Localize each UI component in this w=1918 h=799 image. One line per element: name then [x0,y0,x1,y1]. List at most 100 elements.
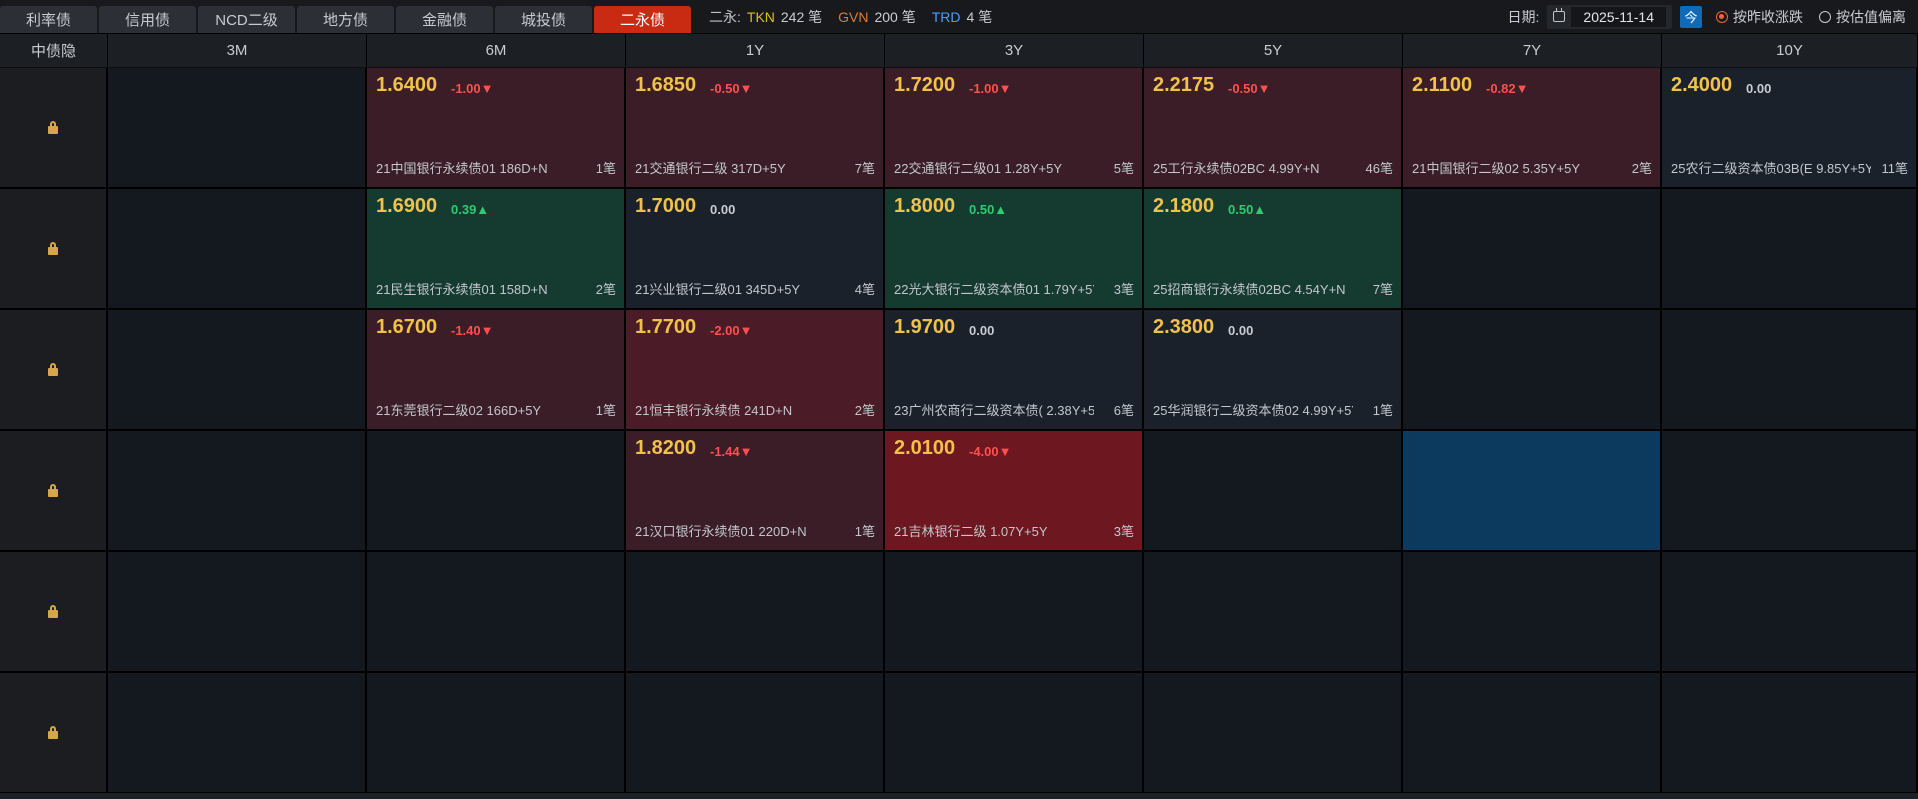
lock-icon[interactable] [48,242,58,255]
tkn-value: 242 笔 [780,8,823,25]
radio-circle-icon[interactable] [1716,10,1728,23]
trade-count: 7笔 [1372,282,1393,297]
column-header-1Y[interactable]: 1Y [626,34,885,67]
row-label-4[interactable] [0,552,108,673]
matrix-cell[interactable] [1144,552,1403,673]
trade-count: 1笔 [595,403,616,418]
matrix-cell[interactable]: 2.3800 0.00 25华润银行二级资本债02 4.99Y+5Y 1笔 [1144,310,1403,431]
date-value[interactable]: 2025-11-14 [1571,6,1666,27]
column-header-10Y[interactable]: 10Y [1662,34,1918,67]
date-picker[interactable]: 2025-11-14 [1547,4,1672,29]
matrix-cell[interactable]: 1.6850 -0.50▼ 21交通银行二级 317D+5Y 7笔 [626,68,885,189]
matrix-cell[interactable] [1403,673,1662,794]
lock-icon[interactable] [48,363,58,376]
trade-count: 7笔 [854,161,875,176]
matrix-cell[interactable] [108,68,367,189]
trade-count: 6笔 [1113,403,1134,418]
matrix-cell[interactable]: 1.6700 -1.40▼ 21东莞银行二级02 166D+5Y 1笔 [367,310,626,431]
matrix-cell[interactable]: 2.4000 0.00 25农行二级资本债03B(E 9.85Y+5Y 11笔 [1662,68,1918,189]
matrix-cell[interactable]: 1.8000 0.50▲ 22光大银行二级资本债01 1.79Y+5Y 3笔 [885,189,1144,310]
matrix-cell[interactable] [1144,673,1403,794]
matrix-cell[interactable] [1662,673,1918,794]
bond-price: 2.1800 [1153,195,1215,217]
matrix-cell[interactable]: 2.0100 -4.00▼ 21吉林银行二级 1.07Y+5Y 3笔 [885,431,1144,552]
corner-header[interactable]: 中债隐 [0,34,108,67]
row-label-5[interactable] [0,673,108,794]
matrix-cell[interactable] [108,673,367,794]
matrix-cell[interactable]: 1.7000 0.00 21兴业银行二级01 345D+5Y 4笔 [626,189,885,310]
matrix-cell[interactable] [1662,310,1918,431]
matrix-cell[interactable]: 2.2175 -0.50▼ 25工行永续债02BC 4.99Y+N 46笔 [1144,68,1403,189]
bond-price: 1.8000 [894,195,956,217]
tab-6[interactable]: 二永债 [594,6,691,33]
matrix-cell[interactable]: 1.7200 -1.00▼ 22交通银行二级01 1.28Y+5Y 5笔 [885,68,1144,189]
row-label-2[interactable] [0,310,108,431]
today-button[interactable]: 今 [1680,5,1702,28]
matrix-cell[interactable]: 1.7700 -2.00▼ 21恒丰银行永续债 241D+N 2笔 [626,310,885,431]
lock-icon[interactable] [48,605,58,618]
bottom-scrollbar[interactable] [0,793,1918,799]
matrix-cell[interactable]: 1.8200 -1.44▼ 21汉口银行永续债01 220D+N 1笔 [626,431,885,552]
matrix-cell[interactable] [108,431,367,552]
matrix-cell[interactable] [108,552,367,673]
bond-name: 25工行永续债02BC 4.99Y+N [1153,161,1320,176]
matrix-cell[interactable] [367,673,626,794]
lock-icon[interactable] [48,726,58,739]
row-label-3[interactable] [0,431,108,552]
tab-4[interactable]: 金融债 [396,6,493,33]
matrix-cell[interactable]: 2.1800 0.50▲ 25招商银行永续债02BC 4.54Y+N 7笔 [1144,189,1403,310]
bond-price: 1.6850 [635,74,697,96]
trd-label: TRD [931,8,961,25]
price-change: 0.00 [1228,323,1254,338]
matrix-cell[interactable] [1403,189,1662,310]
matrix-cell[interactable]: 1.9700 0.00 23广州农商行二级资本债( 2.38Y+5Y 6笔 [885,310,1144,431]
bond-name: 25招商银行永续债02BC 4.54Y+N [1153,282,1346,297]
matrix-cell[interactable] [367,431,626,552]
matrix-cell[interactable] [1403,431,1662,552]
tab-0[interactable]: 利率债 [0,6,97,33]
matrix-cell[interactable] [1662,431,1918,552]
matrix-cell[interactable]: 1.6400 -1.00▼ 21中国银行永续债01 186D+N 1笔 [367,68,626,189]
price-change: -1.00▼ [451,81,494,96]
bond-name: 21中国银行永续债01 186D+N [376,161,548,176]
lock-icon[interactable] [48,484,58,497]
column-header-7Y[interactable]: 7Y [1403,34,1662,67]
calendar-icon[interactable] [1553,8,1566,22]
radio-label: 按估值偏离 [1836,8,1906,25]
summary-prefix: 二永: [709,8,741,25]
radio-circle-icon[interactable] [1819,10,1831,23]
matrix-cell[interactable] [626,552,885,673]
price-change: -4.00▼ [969,444,1012,459]
mode-radio-0[interactable]: 按昨收涨跌 [1716,7,1803,27]
column-header-6M[interactable]: 6M [367,34,626,67]
matrix-cell[interactable] [1144,431,1403,552]
matrix-cell[interactable] [885,673,1144,794]
mode-radio-1[interactable]: 按估值偏离 [1819,7,1906,27]
matrix-cell[interactable] [108,189,367,310]
tkn-label: TKN [746,8,775,25]
bond-name: 25农行二级资本债03B(E 9.85Y+5Y [1671,161,1871,176]
matrix-cell[interactable] [367,552,626,673]
column-header-5Y[interactable]: 5Y [1144,34,1403,67]
matrix-cell[interactable]: 2.1100 -0.82▼ 21中国银行二级02 5.35Y+5Y 2笔 [1403,68,1662,189]
column-header-3Y[interactable]: 3Y [885,34,1144,67]
lock-icon[interactable] [48,121,58,134]
row-label-0[interactable] [0,68,108,189]
matrix-cell[interactable] [108,310,367,431]
tab-5[interactable]: 城投债 [495,6,592,33]
matrix-cell[interactable]: 1.6900 0.39▲ 21民生银行永续债01 158D+N 2笔 [367,189,626,310]
column-header-3M[interactable]: 3M [108,34,367,67]
price-change: -0.50▼ [710,81,753,96]
matrix-cell[interactable] [626,673,885,794]
matrix-cell[interactable] [1403,552,1662,673]
tab-1[interactable]: 信用债 [99,6,196,33]
bond-price: 1.7700 [635,316,697,338]
row-label-1[interactable] [0,189,108,310]
matrix-cell[interactable] [1662,189,1918,310]
bond-name: 21恒丰银行永续债 241D+N [635,403,793,418]
matrix-cell[interactable] [1403,310,1662,431]
tab-2[interactable]: NCD二级 [198,6,295,33]
tab-3[interactable]: 地方债 [297,6,394,33]
matrix-cell[interactable] [1662,552,1918,673]
matrix-cell[interactable] [885,552,1144,673]
